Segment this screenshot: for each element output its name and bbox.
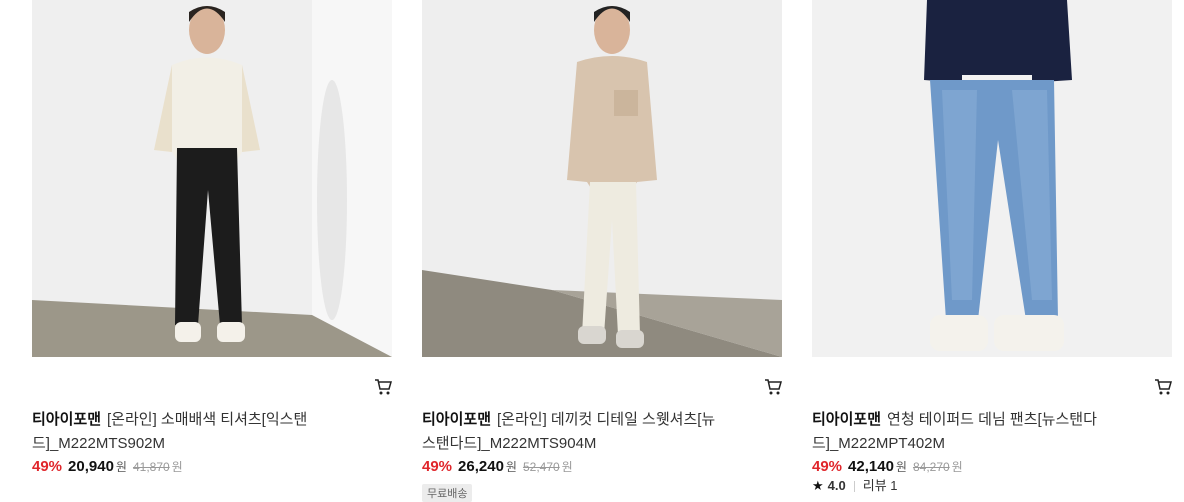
currency-label: 원: [505, 460, 517, 474]
product-image[interactable]: [422, 0, 782, 357]
discount-rate: 49%: [32, 458, 63, 475]
product-card[interactable]: 티아이포맨 [온라인] 데끼컷 디테일 스웻셔츠[뉴스탠다드]_M222MTS90…: [422, 0, 782, 502]
rating-value: 4.0: [827, 478, 846, 493]
review-count[interactable]: 리뷰 1: [863, 478, 898, 493]
product-title[interactable]: 티아이포맨 [온라인] 데끼컷 디테일 스웻셔츠[뉴스탠다드]_M222MTS90…: [422, 408, 722, 456]
price-row: 49% 26,240 원 52,470 원: [422, 457, 573, 477]
brand-name: 티아이포맨: [812, 411, 882, 428]
original-currency-label: 원: [171, 460, 183, 474]
discount-rate: 49%: [812, 458, 843, 475]
original-price: 41,870: [132, 460, 170, 474]
star-icon: ★: [812, 478, 824, 493]
sale-price: 20,940: [68, 458, 114, 475]
shopping-cart-icon[interactable]: [1154, 378, 1172, 396]
sale-price: 42,140: [848, 458, 894, 475]
currency-label: 원: [895, 460, 907, 474]
sale-price: 26,240: [458, 458, 504, 475]
product-image[interactable]: [32, 0, 392, 357]
brand-name: 티아이포맨: [32, 411, 102, 428]
price-row: 49% 20,940 원 41,870 원: [32, 457, 183, 477]
product-title[interactable]: 티아이포맨 연청 테이퍼드 데님 팬츠[뉴스탠다드]_M222MPT402M: [812, 408, 1112, 456]
shopping-cart-icon[interactable]: [374, 378, 392, 396]
original-currency-label: 원: [951, 460, 963, 474]
product-title[interactable]: 티아이포맨 [온라인] 소매배색 티셔츠[익스탠드]_M222MTS902M: [32, 408, 332, 456]
divider: [853, 481, 855, 493]
discount-rate: 49%: [422, 458, 453, 475]
currency-label: 원: [115, 460, 127, 474]
original-currency-label: 원: [561, 460, 573, 474]
product-card[interactable]: 티아이포맨 연청 테이퍼드 데님 팬츠[뉴스탠다드]_M222MPT402M 49…: [812, 0, 1172, 493]
rating-row: ★ 4.0 리뷰 1: [812, 477, 898, 495]
original-price: 84,270: [912, 460, 950, 474]
price-row: 49% 42,140 원 84,270 원: [812, 457, 963, 477]
brand-name: 티아이포맨: [422, 411, 492, 428]
product-card[interactable]: 티아이포맨 [온라인] 소매배색 티셔츠[익스탠드]_M222MTS902M 49…: [32, 0, 392, 493]
shopping-cart-icon[interactable]: [764, 378, 782, 396]
product-image[interactable]: [812, 0, 1172, 357]
original-price: 52,470: [522, 460, 560, 474]
free-shipping-badge: 무료배송: [422, 484, 473, 502]
